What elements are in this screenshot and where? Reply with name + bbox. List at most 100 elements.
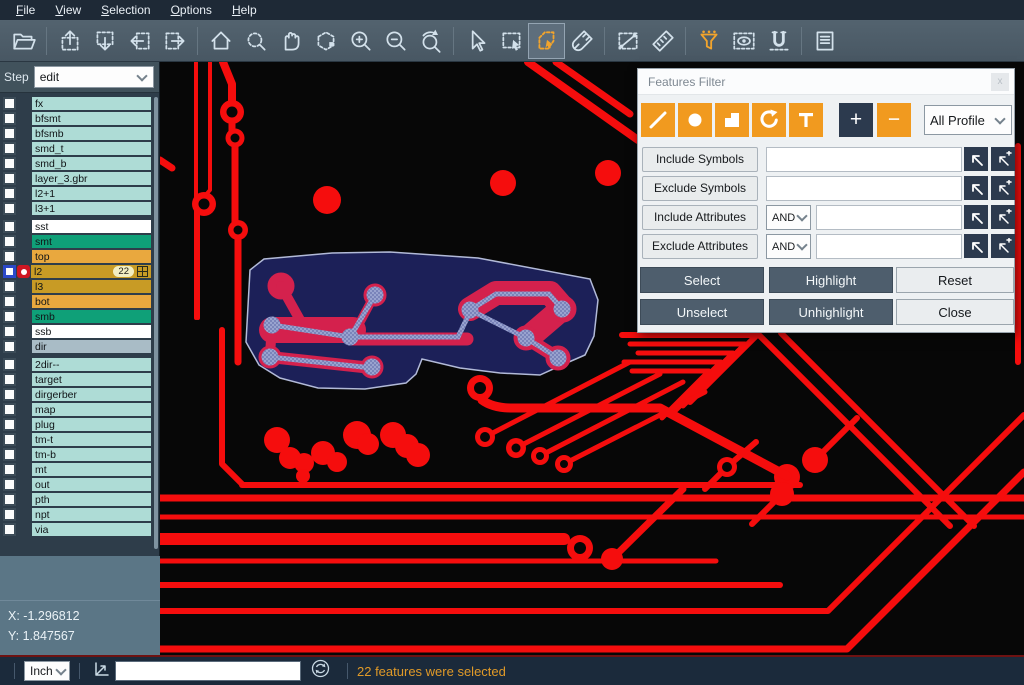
layer-visibility-checkbox[interactable] — [3, 340, 16, 353]
layer-visibility-checkbox[interactable] — [3, 448, 16, 461]
layer-visibility-checkbox[interactable] — [3, 172, 16, 185]
select-button[interactable]: Select — [640, 267, 764, 293]
layer-visibility-checkbox[interactable] — [3, 373, 16, 386]
open-file-icon[interactable] — [6, 24, 41, 58]
layer-name[interactable]: out — [32, 478, 151, 491]
pan-up-icon[interactable] — [52, 24, 87, 58]
filter-text-icon[interactable] — [789, 103, 823, 137]
zoom-area-icon[interactable] — [238, 24, 273, 58]
menu-options[interactable]: Options — [161, 1, 222, 19]
layer-visibility-checkbox[interactable] — [3, 358, 16, 371]
layer-visibility-checkbox[interactable] — [3, 325, 16, 338]
highlight-button[interactable]: Highlight — [769, 267, 893, 293]
refresh-icon[interactable] — [311, 659, 330, 683]
layer-name[interactable]: l2+1 — [32, 187, 151, 200]
pick-add-symbol-icon[interactable] — [991, 176, 1015, 200]
positive-polarity-button[interactable]: + — [839, 103, 873, 137]
include-symbols-button[interactable]: Include Symbols — [642, 147, 758, 172]
layer-name[interactable]: mt — [32, 463, 151, 476]
zoom-previous-icon[interactable] — [413, 24, 448, 58]
layer-name[interactable]: layer_3.gbr — [32, 172, 151, 185]
snap-magnet-icon[interactable] — [761, 24, 796, 58]
layer-name[interactable]: fx — [32, 97, 151, 110]
layer-visibility-checkbox[interactable] — [3, 250, 16, 263]
exclude-attributes-logic-select[interactable]: AND — [766, 234, 811, 259]
select-arrow-icon[interactable] — [459, 24, 494, 58]
zoom-home-icon[interactable] — [203, 24, 238, 58]
layer-name[interactable]: smt — [32, 235, 151, 248]
features-filter-icon[interactable] — [691, 24, 726, 58]
pan-hand-icon[interactable] — [273, 24, 308, 58]
sidebar-scrollbar[interactable] — [154, 97, 158, 549]
pan-down-icon[interactable] — [87, 24, 122, 58]
layer-name[interactable]: bfsmb — [32, 127, 151, 140]
ruler-icon[interactable] — [645, 24, 680, 58]
unhighlight-button[interactable]: Unhighlight — [769, 299, 893, 325]
layer-visibility-checkbox[interactable] — [3, 97, 16, 110]
angle-measure-icon[interactable] — [93, 660, 111, 683]
layer-name[interactable]: pth — [32, 493, 151, 506]
layer-name[interactable]: smb — [32, 310, 151, 323]
filter-surface-icon[interactable] — [715, 103, 749, 137]
layer-visibility-checkbox[interactable] — [3, 265, 16, 278]
layer-name[interactable]: l222 — [31, 265, 151, 278]
menu-help[interactable]: Help — [222, 1, 267, 19]
reset-button[interactable]: Reset — [896, 267, 1014, 293]
menu-file[interactable]: File — [6, 1, 45, 19]
pick-add-symbol-icon[interactable] — [991, 147, 1015, 171]
exclude-symbols-button[interactable]: Exclude Symbols — [642, 176, 758, 201]
pick-add-attribute-icon[interactable] — [991, 205, 1015, 229]
layer-visibility-checkbox[interactable] — [3, 202, 16, 215]
exclude-attributes-input[interactable] — [816, 234, 962, 259]
layer-name[interactable]: top — [32, 250, 151, 263]
polygon-select-icon[interactable] — [529, 24, 564, 58]
pick-symbol-icon[interactable] — [964, 176, 988, 200]
layer-visibility-checkbox[interactable] — [3, 280, 16, 293]
layer-visibility-checkbox[interactable] — [3, 142, 16, 155]
layer-name[interactable]: bot — [32, 295, 151, 308]
pan-left-icon[interactable] — [122, 24, 157, 58]
layer-name[interactable]: smd_b — [32, 157, 151, 170]
layer-name[interactable]: l3+1 — [32, 202, 151, 215]
filter-pad-icon[interactable] — [678, 103, 712, 137]
layer-visibility-checkbox[interactable] — [3, 157, 16, 170]
layer-visibility-checkbox[interactable] — [3, 523, 16, 536]
layer-name[interactable]: npt — [32, 508, 151, 521]
pick-attribute-icon[interactable] — [964, 205, 988, 229]
layer-visibility-checkbox[interactable] — [3, 295, 16, 308]
layer-visibility-checkbox[interactable] — [3, 127, 16, 140]
measure-distance-icon[interactable] — [610, 24, 645, 58]
profile-select[interactable]: All Profile — [924, 105, 1012, 135]
zoom-in-icon[interactable] — [343, 24, 378, 58]
exclude-attributes-button[interactable]: Exclude Attributes — [642, 234, 758, 259]
pan-right-icon[interactable] — [157, 24, 192, 58]
include-attributes-input[interactable] — [816, 205, 962, 230]
layer-name[interactable]: 2dir-- — [32, 358, 151, 371]
layer-name[interactable]: map — [32, 403, 151, 416]
layer-name[interactable]: dir — [32, 340, 151, 353]
zoom-out-icon[interactable] — [378, 24, 413, 58]
rect-select-icon[interactable] — [494, 24, 529, 58]
log-panel-icon[interactable] — [807, 24, 842, 58]
exclude-symbols-input[interactable] — [766, 176, 962, 201]
close-button[interactable]: Close — [896, 299, 1014, 325]
layer-visibility-checkbox[interactable] — [3, 403, 16, 416]
command-input[interactable] — [115, 661, 301, 681]
dialog-title[interactable]: Features Filter — [638, 69, 1014, 95]
layer-visibility-checkbox[interactable] — [3, 235, 16, 248]
layer-visibility-checkbox[interactable] — [3, 463, 16, 476]
step-select[interactable]: edit — [34, 66, 154, 88]
layer-visibility-checkbox[interactable] — [3, 508, 16, 521]
layer-visibility-checkbox[interactable] — [3, 478, 16, 491]
layer-name[interactable]: smd_t — [32, 142, 151, 155]
unit-select[interactable]: Inch — [24, 661, 70, 681]
layer-visibility-checkbox[interactable] — [3, 433, 16, 446]
layer-name[interactable]: tm-t — [32, 433, 151, 446]
paint-membrane-icon[interactable] — [564, 24, 599, 58]
dialog-close-button[interactable]: x — [991, 73, 1009, 91]
negative-polarity-button[interactable]: − — [877, 103, 911, 137]
layer-name[interactable]: plug — [32, 418, 151, 431]
zoom-object-icon[interactable] — [308, 24, 343, 58]
layer-visibility-checkbox[interactable] — [3, 187, 16, 200]
layer-name[interactable]: via — [32, 523, 151, 536]
